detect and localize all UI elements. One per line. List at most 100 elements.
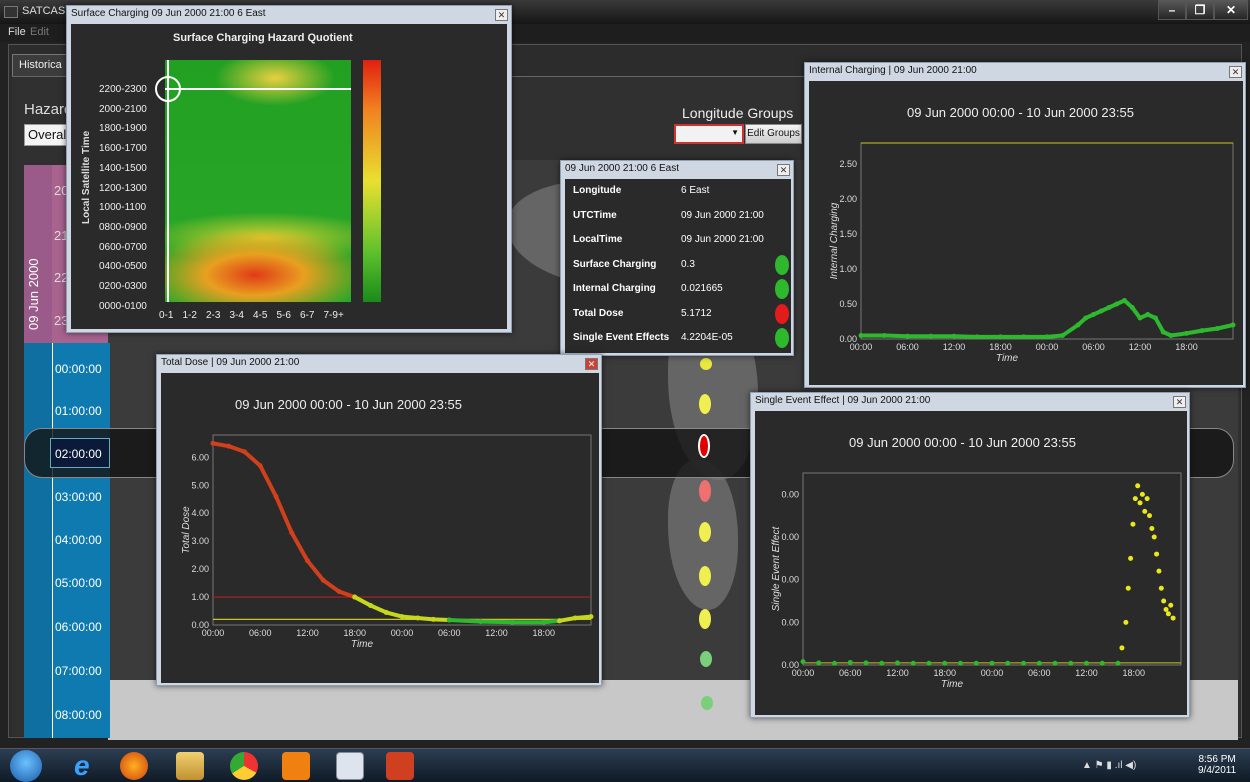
data-point bbox=[816, 660, 822, 666]
x-tick-label: 18:00 bbox=[989, 342, 1012, 352]
outlook-icon[interactable] bbox=[282, 752, 310, 780]
single-event-effect-chart[interactable]: 0.000.000.000.000.0000:00 06:00 12:00 18:00… bbox=[755, 411, 1187, 715]
firefox-icon[interactable] bbox=[120, 752, 148, 780]
data-point bbox=[431, 616, 436, 622]
data-point bbox=[588, 614, 594, 620]
data-point bbox=[973, 660, 979, 666]
time-row[interactable]: 05:00:00 bbox=[55, 576, 102, 590]
data-point bbox=[1142, 508, 1148, 514]
time-row[interactable]: 04:00:00 bbox=[55, 533, 102, 547]
data-point bbox=[1160, 329, 1166, 335]
single-event-effect-window[interactable]: Single Event Effect | 09 Jun 2000 21:00 … bbox=[750, 392, 1190, 718]
status-dot[interactable] bbox=[701, 696, 713, 710]
close-icon[interactable]: ✕ bbox=[1214, 0, 1248, 20]
start-button-icon[interactable] bbox=[10, 750, 42, 782]
heatmap-ytick: 0000-0100 bbox=[99, 300, 147, 312]
edit-groups-button[interactable]: Edit Groups bbox=[745, 124, 802, 144]
status-dot[interactable] bbox=[699, 522, 711, 542]
internal-charging-window[interactable]: Internal Charging | 09 Jun 2000 21:00 ✕ … bbox=[804, 62, 1246, 388]
time-row[interactable]: 06:00:00 bbox=[55, 620, 102, 634]
data-point bbox=[1129, 305, 1135, 310]
chrome-icon[interactable] bbox=[230, 752, 258, 780]
close-icon[interactable]: ✕ bbox=[1173, 396, 1186, 408]
status-dot[interactable] bbox=[700, 358, 712, 370]
data-point bbox=[1123, 619, 1129, 625]
status-dot[interactable] bbox=[699, 566, 711, 586]
menu-file[interactable]: File bbox=[8, 26, 26, 38]
data-point bbox=[800, 659, 806, 665]
longitude-group-select[interactable]: ▼ bbox=[674, 124, 744, 144]
x-tick-label: 06:00 bbox=[1082, 342, 1105, 352]
data-point bbox=[881, 333, 887, 338]
status-dot[interactable] bbox=[699, 480, 711, 502]
heatmap-ytick: 0400-0500 bbox=[99, 261, 147, 273]
time-row[interactable]: 03:00:00 bbox=[55, 490, 102, 504]
heatmap-ytick: 0800-0900 bbox=[99, 221, 147, 233]
info-window[interactable]: 09 Jun 2000 21:00 6 East ✕ Longitude 6 Ea… bbox=[560, 160, 794, 356]
heatmap-plot[interactable] bbox=[165, 60, 351, 302]
data-point bbox=[242, 449, 247, 455]
data-point bbox=[1163, 607, 1169, 613]
data-point bbox=[1044, 334, 1050, 340]
window-title: Surface Charging 09 Jun 2000 21:00 6 Eas… bbox=[71, 8, 266, 19]
minimize-icon[interactable]: – bbox=[1158, 0, 1186, 20]
internet-explorer-icon[interactable]: e bbox=[74, 752, 102, 780]
data-point bbox=[942, 660, 948, 666]
data-point bbox=[910, 660, 916, 666]
taskbar-clock[interactable]: 8:56 PM 9/4/2011 bbox=[1198, 754, 1236, 776]
data-point bbox=[1052, 660, 1058, 666]
data-point bbox=[1168, 602, 1174, 608]
document-icon[interactable] bbox=[336, 752, 364, 780]
internal-charging-chart[interactable]: 0.000.501.001.502.002.5000:00 06:00 12:00 1… bbox=[809, 81, 1243, 385]
close-icon[interactable]: ✕ bbox=[777, 164, 790, 176]
internal-charging-body: 09 Jun 2000 00:00 - 10 Jun 2000 23:55 0.… bbox=[809, 81, 1243, 385]
heatmap-ytick: 2200-2300 bbox=[99, 84, 147, 95]
time-row[interactable]: 02:00:00 bbox=[55, 447, 102, 461]
x-tick-label: 06:00 bbox=[896, 342, 919, 352]
x-tick-label: 12:00 bbox=[943, 342, 966, 352]
close-icon[interactable]: ✕ bbox=[495, 9, 508, 21]
data-point bbox=[1168, 333, 1174, 338]
close-icon[interactable]: ✕ bbox=[585, 358, 598, 370]
data-point bbox=[509, 619, 515, 625]
heatmap-xtick: 5-6 bbox=[276, 310, 291, 321]
time-row[interactable]: 07:00:00 bbox=[55, 664, 102, 678]
tab-historical[interactable]: Historica bbox=[12, 54, 72, 76]
data-point bbox=[1068, 660, 1074, 666]
surface-charging-window[interactable]: Surface Charging 09 Jun 2000 21:00 6 Eas… bbox=[66, 5, 512, 333]
data-point bbox=[958, 660, 963, 666]
total-dose-window[interactable]: Total Dose | 09 Jun 2000 21:00 ✕ 09 Jun … bbox=[156, 354, 602, 686]
time-strip bbox=[24, 343, 52, 738]
time-row[interactable]: 01:00:00 bbox=[55, 404, 102, 418]
status-dot[interactable] bbox=[700, 651, 712, 667]
data-point bbox=[1154, 551, 1160, 557]
status-dot[interactable] bbox=[699, 609, 711, 629]
status-dot[interactable] bbox=[699, 394, 711, 414]
crosshair-horizontal bbox=[165, 88, 351, 90]
powerpoint-icon[interactable] bbox=[386, 752, 414, 780]
data-point bbox=[1128, 555, 1134, 561]
y-tick-label: 1.50 bbox=[839, 229, 857, 239]
data-point bbox=[1005, 660, 1011, 666]
data-point bbox=[226, 443, 232, 449]
info-label: Surface Charging bbox=[573, 258, 657, 270]
close-icon[interactable]: ✕ bbox=[1229, 66, 1242, 78]
heatmap-ytick: 1200-1300 bbox=[99, 182, 147, 194]
data-point bbox=[951, 333, 957, 339]
data-point bbox=[1132, 496, 1138, 502]
data-point bbox=[847, 659, 853, 665]
folder-icon[interactable] bbox=[176, 752, 204, 780]
data-point bbox=[905, 333, 910, 339]
info-label: Longitude bbox=[573, 185, 622, 196]
tray-icons[interactable]: ▲ ⚑ ▮ .ıl ◀) bbox=[1082, 760, 1136, 771]
menu-edit[interactable]: Edit bbox=[30, 26, 49, 38]
data-point bbox=[289, 530, 295, 536]
maximize-icon[interactable]: ❐ bbox=[1186, 0, 1214, 20]
status-dot-selected[interactable] bbox=[698, 434, 710, 458]
crosshair-icon[interactable] bbox=[155, 76, 181, 102]
data-point bbox=[1021, 334, 1027, 340]
data-point bbox=[1130, 521, 1136, 527]
time-row[interactable]: 00:00:00 bbox=[55, 362, 102, 376]
time-row[interactable]: 08:00:00 bbox=[55, 708, 102, 722]
total-dose-chart[interactable]: 0.001.002.003.004.005.006.0000:00 06:00 12… bbox=[161, 373, 599, 683]
